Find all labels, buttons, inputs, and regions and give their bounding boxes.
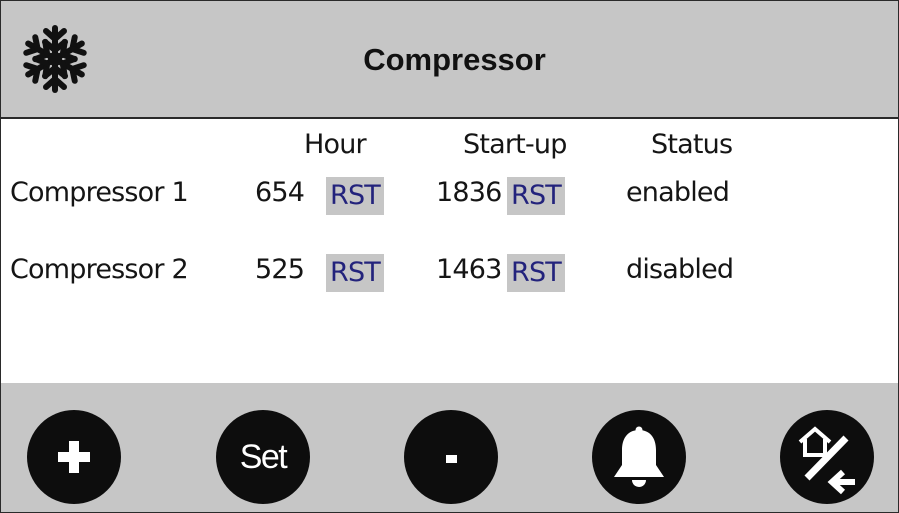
page-title: Compressor <box>363 42 546 77</box>
compressor-1-startups: 1836 <box>436 177 502 208</box>
home-back-button[interactable] <box>780 410 874 504</box>
compressor-1-name: Compressor 1 <box>10 177 189 208</box>
plus-icon <box>58 441 90 473</box>
minus-button[interactable] <box>404 410 498 504</box>
compressor-2-startups-reset-button[interactable]: RST <box>507 254 565 292</box>
compressor-2-name: Compressor 2 <box>10 254 189 285</box>
header-bar: Compressor <box>1 1 898 119</box>
column-header-startup: Start-up <box>463 129 567 160</box>
column-header-status: Status <box>651 129 733 160</box>
minus-icon <box>446 455 457 463</box>
compressor-2-hours: 525 <box>255 254 305 285</box>
compressor-2-hours-reset-button[interactable]: RST <box>326 254 384 292</box>
compressor-screen: Compressor Hour Start-up Status Compress… <box>0 0 899 513</box>
compressor-1-hours-reset-button[interactable]: RST <box>326 177 384 215</box>
set-button[interactable]: Set <box>216 410 310 504</box>
bell-icon <box>614 426 664 487</box>
compressor-2-status: disabled <box>626 254 734 285</box>
home-back-icon <box>798 426 855 495</box>
column-header-hour: Hour <box>304 129 367 160</box>
compressor-1-startups-reset-button[interactable]: RST <box>507 177 565 215</box>
compressor-1-status: enabled <box>626 177 730 208</box>
compressor-2-startups: 1463 <box>436 254 502 285</box>
alarm-button[interactable] <box>592 410 686 504</box>
set-button-label: Set <box>239 438 288 476</box>
plus-button[interactable] <box>27 410 121 504</box>
compressor-1-hours: 654 <box>255 177 305 208</box>
